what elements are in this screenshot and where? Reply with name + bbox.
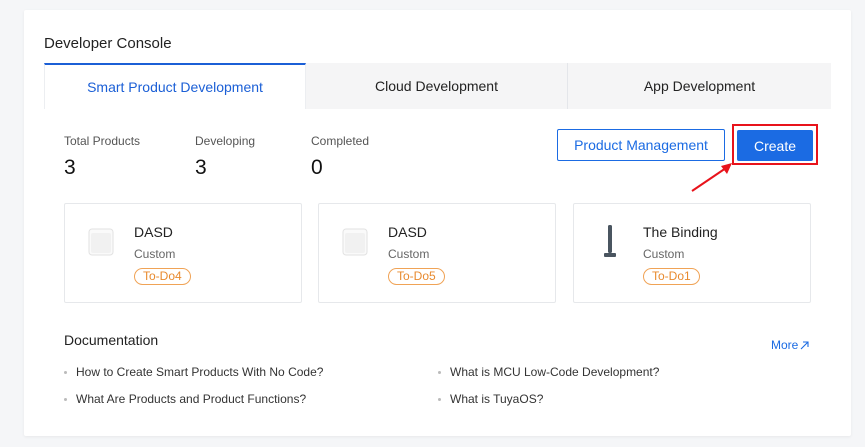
product-card[interactable]: DASD Custom To-Do4 — [64, 203, 302, 303]
bullet-icon — [438, 370, 441, 374]
annotation-arrow-icon — [691, 163, 732, 192]
doc-link-label: What is TuyaOS? — [450, 392, 544, 406]
bullet-icon — [438, 397, 441, 401]
tab-bar: Smart Product Development Cloud Developm… — [44, 63, 831, 109]
stat-label: Completed — [311, 134, 370, 148]
tab-cloud-development[interactable]: Cloud Development — [306, 63, 568, 109]
stat-value: 0 — [311, 156, 323, 179]
product-type: Custom — [643, 247, 685, 261]
product-card[interactable]: DASD Custom To-Do5 — [318, 203, 556, 303]
product-name: DASD — [134, 224, 173, 240]
doc-link[interactable]: How to Create Smart Products With No Cod… — [64, 365, 323, 379]
product-name: The Binding — [643, 224, 718, 240]
create-button[interactable]: Create — [737, 130, 813, 161]
product-card[interactable]: The Binding Custom To-Do1 — [573, 203, 811, 303]
stat-total-products: Total Products 3 — [64, 134, 140, 180]
page-title: Developer Console — [44, 35, 172, 52]
more-label: More — [771, 338, 799, 352]
product-type: Custom — [134, 247, 176, 261]
stat-label: Total Products — [64, 134, 141, 148]
stat-completed: Completed 0 — [311, 134, 369, 180]
tab-smart-product-development[interactable]: Smart Product Development — [44, 63, 306, 109]
tab-app-development[interactable]: App Development — [568, 63, 831, 109]
product-name: DASD — [388, 224, 427, 240]
status-badge: To-Do4 — [134, 268, 191, 285]
doc-link[interactable]: What Are Products and Product Functions? — [64, 392, 306, 406]
external-link-icon — [800, 340, 809, 349]
more-link[interactable]: More — [771, 338, 809, 352]
doc-link-label: What Are Products and Product Functions? — [76, 392, 307, 406]
status-badge: To-Do5 — [388, 268, 445, 285]
doc-link-label: What is MCU Low-Code Development? — [450, 365, 660, 379]
socket-device-icon — [342, 228, 368, 256]
stat-value: 3 — [64, 156, 76, 179]
pole-device-icon — [604, 225, 616, 257]
product-management-button[interactable]: Product Management — [557, 129, 725, 161]
status-badge: To-Do1 — [643, 268, 700, 285]
doc-link-label: How to Create Smart Products With No Cod… — [76, 365, 324, 379]
documentation-title: Documentation — [64, 332, 159, 348]
doc-link[interactable]: What is MCU Low-Code Development? — [438, 365, 659, 379]
bullet-icon — [64, 370, 67, 374]
developer-console-card: Developer Console Smart Product Developm… — [24, 10, 851, 436]
stat-value: 3 — [195, 156, 207, 179]
doc-link[interactable]: What is TuyaOS? — [438, 392, 543, 406]
socket-device-icon — [88, 228, 114, 256]
product-type: Custom — [388, 247, 430, 261]
stat-developing: Developing 3 — [195, 134, 255, 180]
bullet-icon — [64, 397, 67, 401]
stat-label: Developing — [195, 134, 256, 148]
